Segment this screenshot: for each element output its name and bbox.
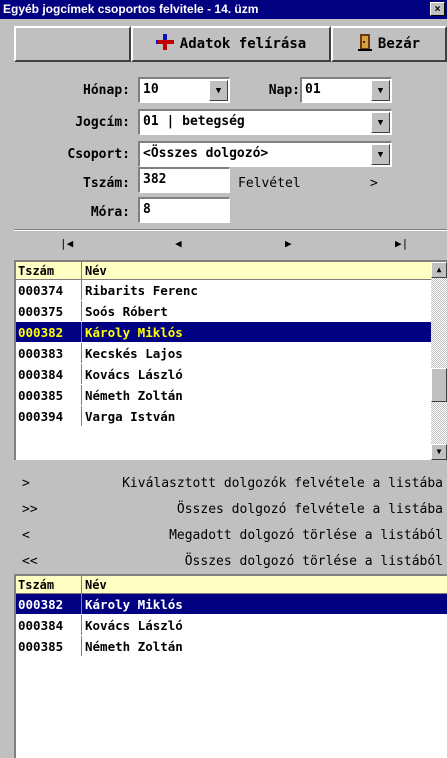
cell-nev: Kovács László: [85, 618, 183, 633]
toolbar-spacer: [14, 26, 131, 62]
action-symbol: <: [22, 527, 30, 543]
nav-next-button[interactable]: ▶: [285, 237, 292, 250]
cell-nev: Kovács László: [85, 367, 183, 382]
honap-label: Hónap:: [83, 83, 130, 98]
door-exit-icon: [357, 33, 372, 55]
honap-combo[interactable]: 10 ▼: [138, 77, 230, 103]
honap-value: 10: [143, 82, 159, 97]
csoport-combo[interactable]: <Összes dolgozó> ▼: [138, 141, 392, 167]
action-symbol: >>: [22, 501, 38, 517]
jogcim-label: Jogcím:: [75, 115, 130, 130]
table-row[interactable]: 000384 Kovács László: [16, 615, 447, 636]
table-row-selected[interactable]: 000382 Károly Miklós: [16, 322, 431, 343]
remove-selected-action[interactable]: < Megadott dolgozó törlése a listából: [14, 522, 447, 548]
cell-nev: Németh Zoltán: [85, 639, 183, 654]
table-row[interactable]: 000374 Ribarits Ferenc: [16, 280, 431, 301]
cell-nev: Károly Miklós: [85, 597, 183, 612]
csoport-label: Csoport:: [67, 147, 130, 162]
chevron-down-icon[interactable]: ▼: [371, 80, 390, 101]
cell-nev: Soós Róbert: [85, 304, 168, 319]
jogcim-value: 01 | betegség: [143, 114, 245, 129]
nap-combo[interactable]: 01 ▼: [300, 77, 392, 103]
cell-tszam: 000374: [16, 280, 82, 300]
header-nev[interactable]: Név: [82, 576, 447, 593]
action-symbol: >: [22, 475, 30, 491]
cell-tszam: 000382: [16, 594, 82, 614]
chevron-down-icon[interactable]: ▼: [209, 80, 228, 101]
table-row[interactable]: 000383 Kecskés Lajos: [16, 343, 431, 364]
tszam-label: Tszám:: [83, 176, 130, 191]
window-title: Egyéb jogcímek csoportos felvitele - 14.…: [3, 2, 259, 16]
tszam-input[interactable]: 382: [138, 167, 230, 193]
cell-tszam: 000385: [16, 385, 82, 405]
close-button-label: Bezár: [377, 36, 421, 52]
cell-nev: Kecskés Lajos: [85, 346, 183, 361]
tszam-value: 382: [143, 172, 167, 187]
mora-value: 8: [143, 202, 151, 217]
grid-body: 000374 Ribarits Ferenc 000375 Soós Róber…: [16, 280, 431, 427]
app-window: Egyéb jogcímek csoportos felvitele - 14.…: [0, 0, 447, 758]
divider: [14, 229, 447, 231]
felvetel-arrow[interactable]: >: [370, 176, 378, 191]
header-tszam[interactable]: Tszám: [16, 262, 82, 279]
cell-tszam: 000382: [16, 322, 82, 342]
table-row[interactable]: 000385 Németh Zoltán: [16, 636, 447, 657]
grid-header: Tszám Név: [16, 262, 431, 280]
action-list: > Kiválasztott dolgozók felvétele a list…: [14, 470, 447, 574]
add-selected-action[interactable]: > Kiválasztott dolgozók felvétele a list…: [14, 470, 447, 496]
jogcim-combo[interactable]: 01 | betegség ▼: [138, 109, 392, 135]
scroll-thumb[interactable]: [431, 368, 447, 402]
close-window-button[interactable]: ×: [430, 2, 445, 16]
nap-label: Nap:: [268, 83, 300, 98]
csoport-value: <Összes dolgozó>: [143, 146, 269, 161]
nap-value: 01: [305, 82, 321, 97]
remove-all-action[interactable]: << Összes dolgozó törlése a listából: [14, 548, 447, 574]
nav-first-button[interactable]: |◀: [60, 237, 73, 250]
table-row[interactable]: 000384 Kovács László: [16, 364, 431, 385]
cell-nev: Varga István: [85, 409, 176, 424]
action-label: Megadott dolgozó törlése a listából: [169, 527, 443, 543]
table-row[interactable]: 000385 Németh Zoltán: [16, 385, 431, 406]
title-bar: Egyéb jogcímek csoportos felvitele - 14.…: [0, 0, 447, 19]
cell-tszam: 000384: [16, 615, 82, 635]
scroll-up-icon[interactable]: ▲: [431, 262, 447, 278]
table-row[interactable]: 000394 Varga István: [16, 406, 431, 427]
save-button[interactable]: Adatok felírása: [131, 26, 331, 62]
cell-tszam: 000384: [16, 364, 82, 384]
cell-nev: Németh Zoltán: [85, 388, 183, 403]
nav-prev-button[interactable]: ◀: [175, 237, 182, 250]
action-label: Kiválasztott dolgozók felvétele a listáb…: [122, 475, 443, 491]
scroll-down-icon[interactable]: ▼: [431, 444, 447, 460]
table-row-selected[interactable]: 000382 Károly Miklós: [16, 594, 447, 615]
cell-tszam: 000383: [16, 343, 82, 363]
cell-tszam: 000375: [16, 301, 82, 321]
nav-last-button[interactable]: ▶|: [395, 237, 408, 250]
cell-nev: Ribarits Ferenc: [85, 283, 198, 298]
employee-grid[interactable]: Tszám Név 000374 Ribarits Ferenc 000375 …: [14, 260, 447, 460]
vertical-scrollbar[interactable]: ▲ ▼: [431, 262, 447, 460]
felvetel-text: Felvétel: [238, 176, 301, 191]
action-symbol: <<: [22, 553, 38, 569]
chevron-down-icon[interactable]: ▼: [371, 112, 390, 133]
header-nev[interactable]: Név: [82, 262, 431, 279]
close-button[interactable]: Bezár: [331, 26, 447, 62]
action-label: Összes dolgozó törlése a listából: [184, 553, 443, 569]
selected-employees-grid[interactable]: Tszám Név 000382 Károly Miklós 000384 Ko…: [14, 574, 447, 758]
save-button-label: Adatok felírása: [179, 36, 307, 52]
chevron-down-icon[interactable]: ▼: [371, 144, 390, 165]
cell-tszam: 000385: [16, 636, 82, 656]
table-row[interactable]: 000375 Soós Róbert: [16, 301, 431, 322]
add-all-action[interactable]: >> Összes dolgozó felvétele a listába: [14, 496, 447, 522]
mora-input[interactable]: 8: [138, 197, 230, 223]
mora-label: Móra:: [90, 205, 130, 220]
grid-header: Tszám Név: [16, 576, 447, 594]
add-icon: [155, 34, 174, 54]
cell-tszam: 000394: [16, 406, 82, 426]
header-tszam[interactable]: Tszám: [16, 576, 82, 593]
action-label: Összes dolgozó felvétele a listába: [176, 501, 443, 517]
cell-nev: Károly Miklós: [85, 325, 183, 340]
